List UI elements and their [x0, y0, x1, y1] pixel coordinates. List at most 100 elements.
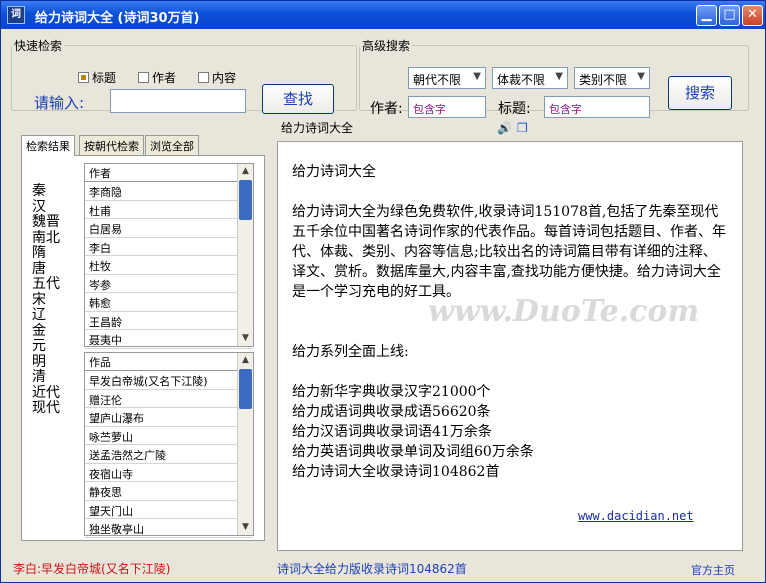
app-icon: 词	[7, 6, 25, 24]
work-row[interactable]: 夜宿山寺	[85, 464, 253, 482]
copy-icon[interactable]: ❐	[517, 121, 528, 135]
works-scrollbar[interactable]: ▲ ▼	[237, 353, 253, 535]
advanced-search-legend: 高级搜索	[362, 39, 411, 53]
category-select[interactable]: 类别不限 ▼	[574, 67, 650, 89]
author-row[interactable]: 白居易	[85, 219, 253, 238]
genre-select[interactable]: 体裁不限 ▼	[492, 67, 568, 89]
right-panel: 给力诗词大全 🔊 ❐ 给力诗词大全 给力诗词大全为绿色免费软件,收录诗词1510…	[271, 119, 757, 551]
author-row[interactable]: 韩愈	[85, 293, 253, 312]
dynasty-item[interactable]: 现代	[32, 400, 82, 417]
author-row[interactable]: 杜甫	[85, 201, 253, 219]
category-select-value: 类别不限	[579, 73, 628, 87]
website-link[interactable]: www.dacidian.net	[578, 506, 694, 526]
authors-header: 作者	[85, 164, 253, 182]
work-row[interactable]: 望天门山	[85, 501, 253, 519]
search-input[interactable]	[110, 89, 246, 113]
authors-rows: 李商隐 杜甫 白居易 李白 杜牧 岑参 韩愈 王昌龄 聂夷中	[85, 182, 253, 349]
maximize-button[interactable]: □	[719, 5, 740, 26]
checkbox-icon[interactable]	[78, 72, 89, 83]
minimize-button[interactable]: ▁	[696, 5, 717, 26]
work-row[interactable]: 静夜思	[85, 482, 253, 501]
author-row[interactable]: 李商隐	[85, 182, 253, 201]
dynasty-item[interactable]: 秦	[32, 183, 82, 200]
chevron-down-icon: ▼	[555, 71, 563, 82]
dynasty-item[interactable]: 隋	[32, 245, 82, 262]
scroll-down-icon[interactable]: ▼	[238, 331, 253, 346]
scroll-up-icon[interactable]: ▲	[238, 353, 253, 368]
series-item: 给力新华字典收录汉字21000个	[292, 384, 491, 400]
scroll-down-icon[interactable]: ▼	[238, 520, 253, 535]
dynasty-item[interactable]: 唐	[32, 261, 82, 278]
tab-search-results[interactable]: 检索结果	[21, 135, 75, 156]
dynasty-item[interactable]: 金	[32, 323, 82, 340]
dynasty-item[interactable]: 元	[32, 338, 82, 355]
author-row[interactable]: 李白	[85, 238, 253, 256]
content-panel-title: 给力诗词大全	[281, 121, 354, 135]
dynasty-select[interactable]: 朝代不限 ▼	[408, 67, 486, 89]
tab-by-dynasty[interactable]: 按朝代检索	[79, 135, 144, 155]
dynasty-item[interactable]: 五代	[32, 276, 82, 293]
dynasty-item[interactable]: 近代	[32, 385, 82, 402]
work-row[interactable]: 独坐敬亭山	[85, 519, 253, 538]
find-button[interactable]: 查找	[262, 84, 334, 114]
scroll-up-icon[interactable]: ▲	[238, 164, 253, 179]
dynasty-item[interactable]: 宋	[32, 292, 82, 309]
title-label: 标题:	[498, 101, 531, 117]
genre-select-value: 体裁不限	[497, 73, 546, 87]
author-row[interactable]: 岑参	[85, 275, 253, 293]
left-panel: 检索结果 按朝代检索 浏览全部 秦汉魏晋 南北隋唐五代宋辽金元明清近代 现代 作者 …	[15, 135, 265, 543]
quick-search-legend: 快速检索	[14, 39, 63, 53]
option-author[interactable]: 作者	[138, 69, 176, 86]
dynasty-list: 秦汉魏晋 南北隋唐五代宋辽金元明清近代 现代	[32, 183, 82, 417]
chevron-down-icon: ▼	[637, 71, 645, 82]
scroll-thumb[interactable]	[239, 180, 252, 220]
checkbox-icon[interactable]	[198, 72, 209, 83]
content-description: 给力诗词大全为绿色免费软件,收录诗词151078首,包括了先秦至现代五千余位中国…	[292, 204, 726, 300]
authors-list[interactable]: 作者 李商隐 杜甫 白居易 李白 杜牧 岑参 韩愈 王昌龄 聂夷中 ▲ ▼	[84, 163, 254, 349]
content-heading: 给力诗词大全	[292, 164, 376, 180]
quick-search-group: 快速检索 标题 作者 内容 请输入: 查找	[11, 37, 357, 114]
official-homepage-link[interactable]: 官方主页	[691, 562, 735, 578]
works-rows: 早发白帝城(又名下江陵) 赠汪伦 望庐山瀑布 咏苎萝山 送孟浩然之广陵 夜宿山寺 静夜思 望天…	[85, 371, 253, 538]
authors-scrollbar[interactable]: ▲ ▼	[237, 164, 253, 346]
author-row[interactable]: 杜牧	[85, 256, 253, 275]
search-button[interactable]: 搜索	[668, 76, 732, 110]
work-row[interactable]: 送孟浩然之广陵	[85, 445, 253, 464]
series-list: 给力新华字典收录汉字21000个 给力成语词典收录成语56620条 给力汉语词典收录…	[292, 382, 728, 482]
option-author-label: 作者	[152, 71, 177, 85]
work-row[interactable]: 赠汪伦	[85, 390, 253, 408]
work-row[interactable]: 早发白帝城(又名下江陵)	[85, 371, 253, 390]
tab-browse-all[interactable]: 浏览全部	[145, 135, 199, 155]
left-tab-content: 秦汉魏晋 南北隋唐五代宋辽金元明清近代 现代 作者 李商隐 杜甫 白居易 李白 杜牧 岑参 韩愈…	[21, 155, 265, 541]
dynasty-item[interactable]: 魏晋	[32, 214, 82, 231]
option-content-label: 内容	[212, 71, 237, 85]
works-list[interactable]: 作品 早发白帝城(又名下江陵) 赠汪伦 望庐山瀑布 咏苎萝山 送孟浩然之广陵 夜宿山寺 静夜…	[84, 352, 254, 538]
option-title-label: 标题	[92, 71, 117, 85]
series-heading: 给力系列全面上线:	[292, 344, 409, 360]
series-item: 给力诗词大全收录诗词104862首	[292, 464, 500, 480]
work-row[interactable]: 望庐山瀑布	[85, 408, 253, 427]
close-button[interactable]: ✕	[742, 5, 763, 26]
work-row[interactable]: 咏苎萝山	[85, 427, 253, 445]
dynasty-item[interactable]: 南北	[32, 230, 82, 247]
scroll-thumb[interactable]	[239, 369, 252, 409]
poem-content[interactable]: 给力诗词大全 给力诗词大全为绿色免费软件,收录诗词151078首,包括了先秦至现…	[277, 141, 743, 551]
search-prompt: 请输入:	[34, 94, 85, 112]
dynasty-item[interactable]: 明	[32, 354, 82, 371]
author-row[interactable]: 王昌龄	[85, 312, 253, 330]
dynasty-select-value: 朝代不限	[413, 73, 462, 87]
watermark: www.DuoTe.com	[428, 294, 700, 329]
option-title[interactable]: 标题	[78, 69, 116, 86]
dynasty-item[interactable]: 清	[32, 369, 82, 386]
series-item: 给力英语词典收录单词及词组60万余条	[292, 444, 534, 460]
title-bar[interactable]: 词 给力诗词大全 (诗词30万首) ▁ □ ✕	[1, 1, 765, 29]
author-row[interactable]: 聂夷中	[85, 330, 253, 349]
author-input[interactable]: 包含字	[408, 96, 486, 118]
dynasty-item[interactable]: 汉	[32, 199, 82, 216]
status-current-poem: 李白:早发白帝城(又名下江陵)	[13, 562, 171, 576]
checkbox-icon[interactable]	[138, 72, 149, 83]
option-content[interactable]: 内容	[198, 69, 236, 86]
speaker-icon[interactable]: 🔊	[497, 121, 512, 135]
dynasty-item[interactable]: 辽	[32, 307, 82, 324]
title-input[interactable]: 包含字	[544, 96, 650, 118]
